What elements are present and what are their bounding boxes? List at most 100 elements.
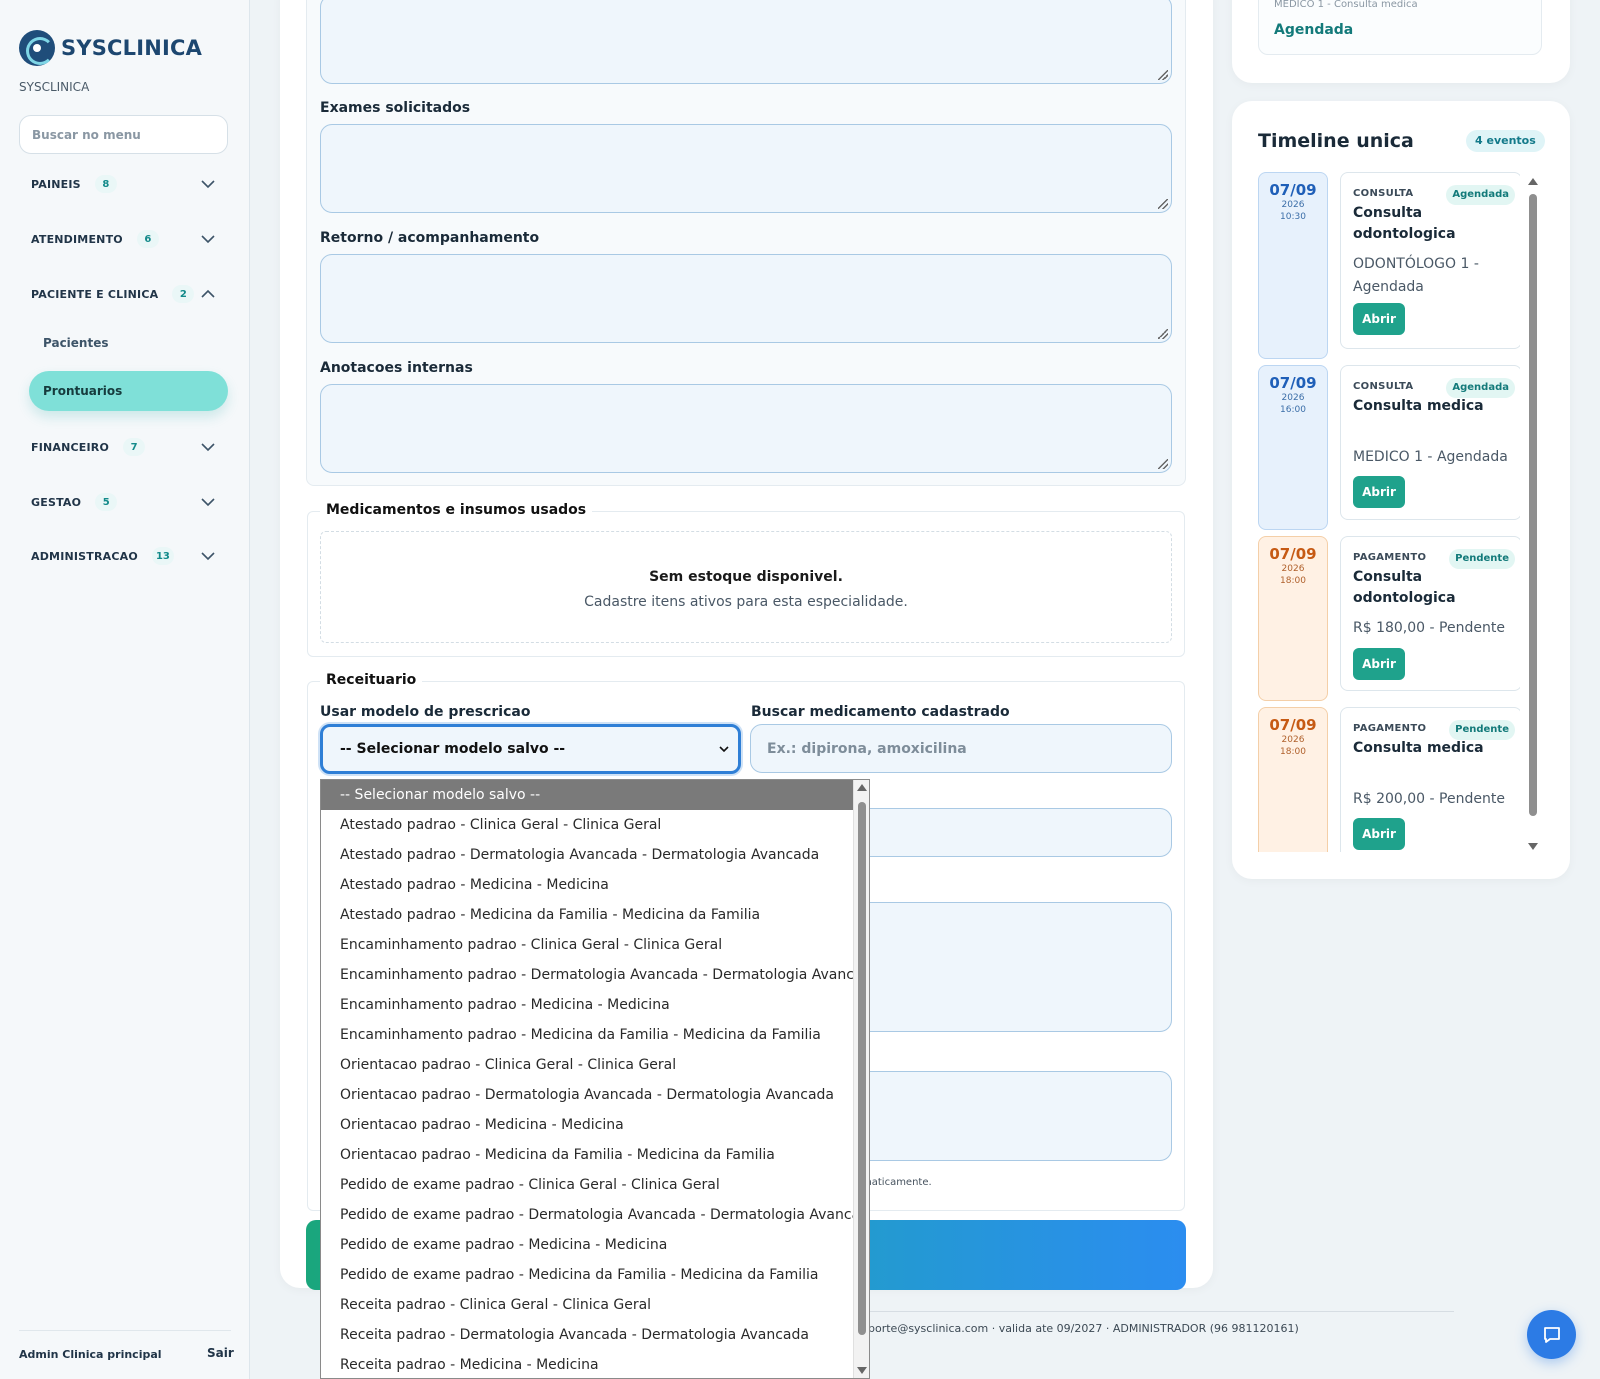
nav-group-label: PAINEIS	[31, 177, 81, 191]
modelo-select-value: -- Selecionar modelo salvo --	[340, 741, 566, 757]
license-footer: porte@sysclinica.com · valida ate 09/202…	[868, 1322, 1299, 1335]
receituario-legend: Receituario	[320, 672, 423, 688]
timeline-event-card[interactable]: CONSULTA Agendada Consulta odontologica ODO…	[1340, 172, 1520, 349]
event-description: R$ 180,00 - Pendente	[1353, 620, 1505, 636]
dropdown-option[interactable]: Orientacao padrao - Clinica Geral - Clin…	[321, 1050, 869, 1080]
hint-text: maticamente.	[862, 1177, 932, 1188]
timeline-count-badge: 4 eventos	[1466, 130, 1545, 152]
dropdown-option[interactable]: Orientacao padrao - Dermatologia Avancad…	[321, 1080, 869, 1110]
scroll-down-icon[interactable]	[857, 1367, 867, 1374]
dropdown-option[interactable]: Pedido de exame padrao - Dermatologia Av…	[321, 1200, 869, 1230]
brand-logo[interactable]: SYSCLINICA	[19, 30, 202, 66]
scroll-up-icon[interactable]	[1528, 178, 1538, 185]
status-badge: Agendada	[1446, 378, 1515, 398]
scrollbar-thumb[interactable]	[1529, 194, 1537, 816]
clinic-name: SYSCLINICA	[19, 80, 90, 94]
logout-button[interactable]: Sair	[207, 1346, 234, 1360]
status-badge: Pendente	[1449, 549, 1515, 569]
sidebar-divider	[19, 1330, 231, 1331]
nav-group-count: 13	[151, 547, 174, 565]
dropdown-option[interactable]: Orientacao padrao - Medicina - Medicina	[321, 1110, 869, 1140]
retorno-textarea[interactable]	[320, 254, 1172, 343]
chevron-down-icon	[200, 439, 216, 455]
logo-icon	[19, 30, 55, 66]
event-name: Consulta odontologica	[1353, 569, 1456, 606]
sidebar: SYSCLINICA SYSCLINICA PAINEIS 8 ATENDIME…	[0, 0, 250, 1379]
resize-grip-icon[interactable]	[1158, 199, 1168, 209]
open-event-button[interactable]: Abrir	[1353, 303, 1405, 335]
dropdown-option[interactable]: Pedido de exame padrao - Medicina - Medi…	[321, 1230, 869, 1260]
event-year: 2026	[1281, 393, 1305, 403]
dropdown-option[interactable]: Encaminhamento padrao - Dermatologia Ava…	[321, 960, 869, 990]
exames-textarea[interactable]	[320, 124, 1172, 213]
event-day: 07/09	[1269, 374, 1317, 392]
nav-group-gestao[interactable]: GESTAO 5	[19, 484, 228, 520]
menu-search-input[interactable]	[19, 115, 228, 154]
anotacoes-label: Anotacoes internas	[320, 360, 473, 376]
modelo-dropdown-list[interactable]: -- Selecionar modelo salvo -- Atestado pa…	[320, 779, 870, 1379]
buscar-medicamento-label: Buscar medicamento cadastrado	[751, 704, 1010, 720]
previous-textarea[interactable]	[320, 0, 1172, 84]
nav-group-paciente-clinica[interactable]: PACIENTE E CLINICA 2	[19, 276, 228, 312]
empty-stock-box: Sem estoque disponivel. Cadastre itens a…	[320, 531, 1172, 643]
dropdown-option[interactable]: Encaminhamento padrao - Medicina - Medic…	[321, 990, 869, 1020]
chat-button[interactable]	[1527, 1310, 1576, 1359]
event-description: MEDICO 1 - Agendada	[1353, 449, 1508, 465]
nav-group-label: PACIENTE E CLINICA	[31, 287, 159, 301]
nav-group-label: ADMINISTRACAO	[31, 549, 138, 563]
dropdown-option[interactable]: Atestado padrao - Dermatologia Avancada …	[321, 840, 869, 870]
dropdown-option[interactable]: Encaminhamento padrao - Medicina da Fami…	[321, 1020, 869, 1050]
event-kind: CONSULTA	[1353, 381, 1414, 392]
dropdown-option[interactable]: Receita padrao - Dermatologia Avancada -…	[321, 1320, 869, 1350]
dropdown-option[interactable]: Atestado padrao - Medicina da Familia - …	[321, 900, 869, 930]
event-kind: PAGAMENTO	[1353, 552, 1427, 563]
nav-item-pacientes[interactable]: Pacientes	[29, 323, 228, 363]
timeline-scrollbar[interactable]	[1527, 178, 1539, 850]
timeline-event-card[interactable]: PAGAMENTO Pendente Consulta odontologica R$…	[1340, 536, 1520, 691]
timeline-event-card[interactable]: PAGAMENTO Pendente Consulta medica R$ 200,0…	[1340, 707, 1520, 852]
event-name: Consulta medica	[1353, 398, 1484, 414]
resize-grip-icon[interactable]	[1158, 329, 1168, 339]
footer-divider	[870, 1311, 1454, 1312]
scroll-up-icon[interactable]	[857, 784, 867, 791]
modelo-select[interactable]: -- Selecionar modelo salvo --	[320, 724, 741, 774]
open-event-button[interactable]: Abrir	[1353, 648, 1405, 680]
nav-group-paineis[interactable]: PAINEIS 8	[19, 166, 228, 202]
open-event-button[interactable]: Abrir	[1353, 476, 1405, 508]
dropdown-scrollbar[interactable]	[853, 780, 869, 1378]
resize-grip-icon[interactable]	[1158, 70, 1168, 80]
timeline-date: 07/09 2026 18:00	[1258, 536, 1328, 701]
medicamentos-legend: Medicamentos e insumos usados	[320, 502, 593, 518]
dropdown-option[interactable]: Pedido de exame padrao - Medicina da Fam…	[321, 1260, 869, 1290]
timeline-date: 07/09 2026 18:00	[1258, 707, 1328, 852]
chevron-down-icon	[718, 743, 730, 755]
nav-group-count: 6	[136, 230, 159, 248]
dropdown-option[interactable]: -- Selecionar modelo salvo --	[321, 780, 869, 810]
open-event-button[interactable]: Abrir	[1353, 818, 1405, 850]
timeline-date: 07/09 2026 16:00	[1258, 365, 1328, 530]
dropdown-option[interactable]: Orientacao padrao - Medicina da Familia …	[321, 1140, 869, 1170]
event-status: Agendada	[1274, 22, 1354, 38]
nav-item-prontuarios[interactable]: Prontuarios	[29, 371, 228, 411]
medicamento-search-input[interactable]	[750, 724, 1172, 773]
exames-label: Exames solicitados	[320, 100, 471, 116]
anotacoes-textarea[interactable]	[320, 384, 1172, 473]
dropdown-option[interactable]: Pedido de exame padrao - Clinica Geral -…	[321, 1170, 869, 1200]
chevron-down-icon	[200, 231, 216, 247]
scrollbar-thumb[interactable]	[858, 802, 866, 1335]
dropdown-option[interactable]: Atestado padrao - Clinica Geral - Clinic…	[321, 810, 869, 840]
resize-grip-icon[interactable]	[1158, 459, 1168, 469]
dropdown-options: -- Selecionar modelo salvo -- Atestado pa…	[321, 780, 869, 1378]
dropdown-option[interactable]: Receita padrao - Clinica Geral - Clinica…	[321, 1290, 869, 1320]
dropdown-option[interactable]: Receita padrao - Medicina - Medicina	[321, 1350, 869, 1378]
scroll-down-icon[interactable]	[1528, 843, 1538, 850]
dropdown-option[interactable]: Atestado padrao - Medicina - Medicina	[321, 870, 869, 900]
nav-group-financeiro[interactable]: FINANCEIRO 7	[19, 429, 228, 465]
event-year: 2026	[1281, 564, 1305, 574]
dropdown-option[interactable]: Encaminhamento padrao - Clinica Geral - …	[321, 930, 869, 960]
nav-group-administracao[interactable]: ADMINISTRACAO 13	[19, 538, 228, 574]
event-meta: MEDICO 1 - Consulta medica	[1274, 0, 1418, 10]
nav-group-count: 2	[172, 285, 195, 303]
nav-group-atendimento[interactable]: ATENDIMENTO 6	[19, 221, 228, 257]
timeline-event-card[interactable]: CONSULTA Agendada Consulta medica MEDICO 1 …	[1340, 365, 1520, 520]
